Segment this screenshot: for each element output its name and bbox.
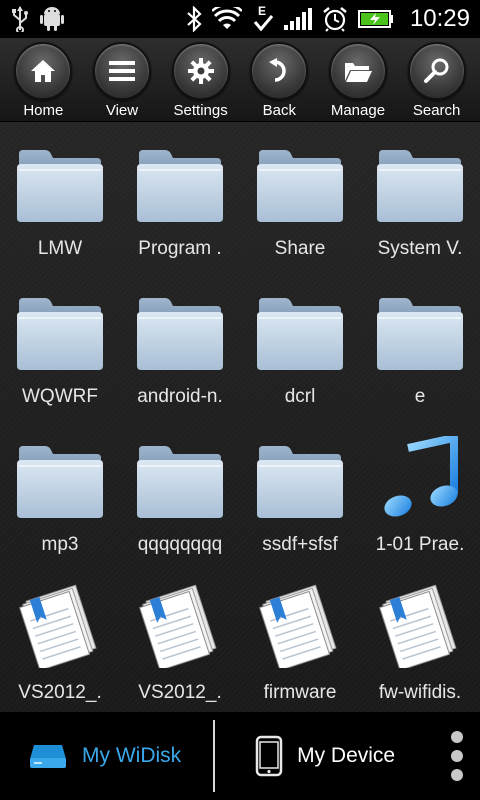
status-time: 10:29: [409, 5, 470, 32]
status-right-icons: E 10:29: [186, 4, 470, 34]
list-view-icon: [108, 61, 135, 81]
folder-icon: [13, 288, 107, 372]
file-item-label: 1-01 Prae.: [375, 534, 465, 555]
home-button-circle[interactable]: [14, 42, 73, 100]
document-icon: [253, 584, 347, 668]
file-item-label: qqqqqqqq: [137, 534, 223, 555]
status-left-icons: [10, 4, 64, 34]
folder-icon: [133, 140, 227, 224]
file-item-label: e: [414, 386, 426, 407]
widisk-drive-icon: [30, 745, 66, 768]
folder-icon: [373, 288, 467, 372]
file-item[interactable]: System V.: [360, 140, 480, 288]
document-icon: [13, 584, 107, 668]
signal-icon: [283, 4, 312, 34]
file-item[interactable]: Share: [240, 140, 360, 288]
file-item-label: WQWRF: [22, 386, 98, 407]
back-button[interactable]: Back: [241, 42, 317, 119]
file-item[interactable]: 1-01 Prae.: [360, 436, 480, 584]
search-button-circle[interactable]: [407, 42, 466, 100]
folder-icon: [253, 288, 347, 372]
file-item[interactable]: android-n.: [120, 288, 240, 436]
overflow-dot-icon: [451, 731, 464, 743]
file-item[interactable]: firmware: [240, 584, 360, 712]
android-debug-icon: [40, 4, 64, 34]
back-button-circle[interactable]: [250, 42, 309, 100]
search-button[interactable]: Search: [399, 42, 475, 119]
gear-icon: [187, 58, 214, 84]
usb-icon: [10, 4, 30, 34]
search-icon: [423, 58, 449, 83]
file-item[interactable]: mp3: [0, 436, 120, 584]
overflow-dot-icon: [451, 750, 464, 762]
bottom-nav: My WiDisk My Device: [0, 712, 480, 800]
view-button[interactable]: View: [84, 42, 160, 119]
status-bar: E 10:29: [0, 0, 480, 38]
back-label: Back: [262, 102, 296, 119]
file-item[interactable]: WQWRF: [0, 288, 120, 436]
overflow-dot-icon: [451, 769, 464, 781]
tab-my-widisk[interactable]: My WiDisk: [0, 712, 213, 800]
file-item[interactable]: e: [360, 288, 480, 436]
search-label: Search: [412, 102, 461, 119]
data-e-icon: E: [252, 4, 274, 34]
file-item-label: VS2012_.: [18, 682, 102, 703]
wifi-icon: [211, 4, 242, 34]
overflow-menu-button[interactable]: [434, 712, 480, 800]
bluetooth-icon: [186, 4, 202, 34]
file-item-label: fw-wifidis.: [378, 682, 462, 703]
home-label: Home: [23, 102, 64, 119]
battery-charging-icon: [357, 4, 394, 34]
file-item-label: Share: [274, 238, 326, 259]
manage-button[interactable]: Manage: [320, 42, 396, 119]
phone-icon: [255, 735, 283, 777]
file-item[interactable]: LMW: [0, 140, 120, 288]
settings-button[interactable]: Settings: [163, 42, 239, 119]
music-note-icon: [373, 436, 467, 520]
folder-icon: [13, 436, 107, 520]
tab-my-device-label: My Device: [297, 744, 396, 767]
folder-icon: [253, 436, 347, 520]
folder-icon: [13, 140, 107, 224]
manage-button-circle[interactable]: [328, 42, 387, 100]
svg-text:E: E: [258, 4, 266, 18]
file-item-label: LMW: [37, 238, 83, 259]
file-item[interactable]: fw-wifidis.: [360, 584, 480, 712]
file-item[interactable]: VS2012_.: [120, 584, 240, 712]
file-item[interactable]: ssdf+sfsf: [240, 436, 360, 584]
folder-icon: [373, 140, 467, 224]
file-item[interactable]: Program .: [120, 140, 240, 288]
file-grid: LMW Program . Share System V. WQWRF android-n…: [0, 140, 480, 712]
folder-icon: [133, 436, 227, 520]
settings-label: Settings: [173, 102, 228, 119]
file-item[interactable]: qqqqqqqq: [120, 436, 240, 584]
view-button-circle[interactable]: [92, 42, 151, 100]
file-item-label: ssdf+sfsf: [262, 534, 338, 555]
manage-label: Manage: [330, 102, 386, 119]
document-icon: [133, 584, 227, 668]
alarm-icon: [322, 4, 348, 34]
back-arrow-icon: [269, 58, 287, 82]
home-button[interactable]: Home: [5, 42, 81, 119]
file-item[interactable]: VS2012_.: [0, 584, 120, 712]
file-item-label: mp3: [41, 534, 79, 555]
file-item-label: android-n.: [137, 386, 223, 407]
file-item[interactable]: dcrl: [240, 288, 360, 436]
file-item-label: firmware: [263, 682, 337, 703]
home-icon: [31, 60, 56, 82]
settings-button-circle[interactable]: [171, 42, 230, 100]
folder-icon: [253, 140, 347, 224]
file-browser[interactable]: LMW Program . Share System V. WQWRF android-n…: [0, 122, 480, 712]
file-item-label: System V.: [377, 238, 463, 259]
file-item-label: Program .: [138, 238, 222, 259]
document-icon: [373, 584, 467, 668]
tab-my-widisk-label: My WiDisk: [82, 744, 182, 767]
view-label: View: [105, 102, 139, 119]
file-item-label: VS2012_.: [138, 682, 222, 703]
tab-my-device[interactable]: My Device: [215, 712, 434, 800]
folder-open-icon: [344, 63, 372, 82]
folder-icon: [133, 288, 227, 372]
toolbar: Home View Settings Back Manage Search: [0, 38, 480, 122]
file-item-label: dcrl: [284, 386, 316, 407]
